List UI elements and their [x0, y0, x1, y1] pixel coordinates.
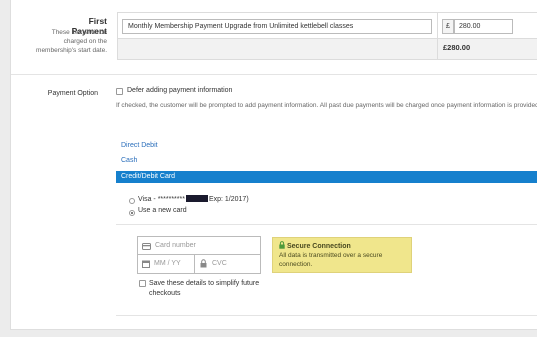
redaction-mark [185, 195, 208, 202]
secure-connection-title: Secure Connection [279, 241, 405, 250]
first-payment-subtitle: These items will be charged on the membe… [36, 29, 107, 54]
defer-payment-checkbox[interactable] [116, 88, 123, 95]
cvc-field[interactable]: CVC [195, 255, 260, 273]
first-payment-total: £280.00 [443, 43, 471, 52]
secure-lock-icon [279, 241, 285, 249]
visa-expiry-text: Exp: 1/2017) [208, 196, 249, 203]
payment-panel: First Payment These items will be charge… [10, 0, 537, 330]
card-number-field[interactable]: Card number [138, 237, 260, 255]
new-card-radio[interactable] [129, 210, 135, 216]
currency-addon: £ [442, 19, 454, 34]
saved-visa-label[interactable]: Visa - ********** Exp: 1/2017) [138, 195, 249, 203]
save-details-checkbox[interactable] [139, 280, 146, 287]
expiry-field[interactable]: MM / YY [138, 255, 194, 273]
defer-payment-help-text: If checked, the customer will be prompte… [116, 102, 537, 109]
bottom-divider [116, 315, 537, 316]
visa-number-text: Visa - ********** [138, 196, 185, 203]
secure-connection-text: All data is transmitted over a secure co… [279, 252, 383, 268]
calendar-icon [142, 260, 150, 268]
save-details-label[interactable]: Save these details to simplify future ch… [149, 279, 269, 299]
section-divider [11, 74, 537, 75]
secure-title-text: Secure Connection [287, 243, 351, 250]
card-section-divider [116, 224, 537, 225]
lock-icon [200, 259, 207, 268]
card-entry-box: Card number MM / YY CVC [137, 236, 261, 274]
new-card-label[interactable]: Use a new card [138, 207, 187, 214]
expiry-placeholder: MM / YY [154, 260, 181, 267]
defer-payment-label[interactable]: Defer adding payment information [127, 87, 232, 94]
saved-visa-radio[interactable] [129, 198, 135, 204]
method-credit-debit-card[interactable]: Credit/Debit Card [116, 171, 537, 183]
card-number-placeholder: Card number [155, 242, 196, 249]
total-row: £280.00 [118, 39, 537, 59]
payment-option-label: Payment Option [47, 90, 98, 97]
cvc-placeholder: CVC [212, 260, 227, 267]
credit-card-icon [142, 243, 151, 250]
line-item-row: Monthly Membership Payment Upgrade from … [118, 13, 537, 39]
column-divider [437, 13, 438, 59]
line-item-amount-input[interactable]: 280.00 [454, 19, 513, 34]
line-item-description-input[interactable]: Monthly Membership Payment Upgrade from … [122, 19, 432, 34]
method-cash[interactable]: Cash [121, 157, 137, 164]
method-direct-debit[interactable]: Direct Debit [121, 142, 158, 149]
secure-connection-notice: Secure Connection All data is transmitte… [272, 237, 412, 273]
first-payment-table: Monthly Membership Payment Upgrade from … [117, 12, 537, 60]
